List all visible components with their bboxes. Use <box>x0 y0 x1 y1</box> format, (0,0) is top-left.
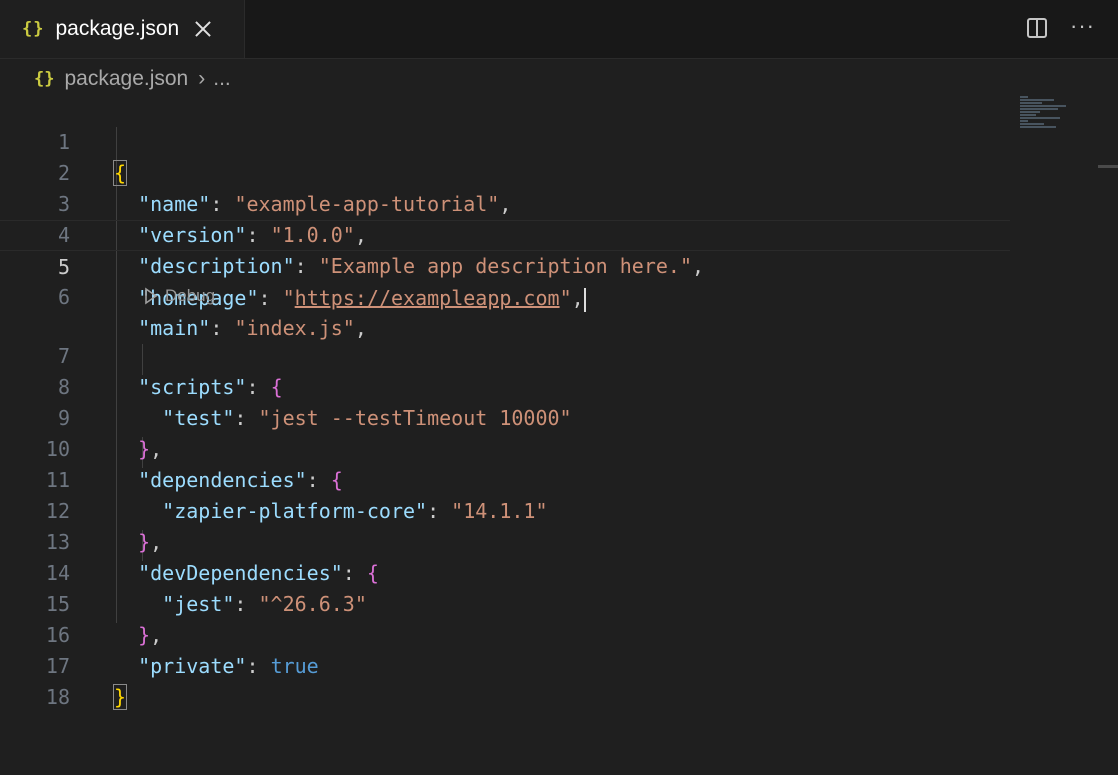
split-editor-icon[interactable] <box>1027 18 1047 38</box>
breadcrumb-file[interactable]: package.json <box>64 67 188 91</box>
code-line: 2 "name": "example-app-tutorial", <box>0 127 1010 216</box>
code-line: 11 "zapier-platform-core": "14.1.1" <box>0 434 1010 523</box>
tab-bar: {} package.json ··· <box>0 0 1118 59</box>
code-line: 16 "private": true <box>0 589 1010 678</box>
debug-codelens[interactable]: Debug <box>144 282 215 310</box>
url-link[interactable]: https://exampleapp.com <box>295 286 560 310</box>
play-icon <box>145 287 158 305</box>
json-file-icon: {} <box>34 69 55 89</box>
code-line: 8 "test": "jest --testTimeout 10000" <box>0 341 1010 430</box>
code-line: 18 <box>0 651 1010 709</box>
more-actions-icon[interactable]: ··· <box>1070 14 1095 38</box>
code-line: 7 "scripts": { <box>0 310 1010 399</box>
breadcrumb: {} package.json › ... <box>34 64 231 94</box>
code-line: 12 }, <box>0 465 1010 554</box>
code-line: 14 "jest": "^26.6.3" <box>0 527 1010 616</box>
line-number: 18 <box>45 685 70 709</box>
code-line: 17 } <box>0 620 1010 710</box>
codelens-label: Debug <box>165 286 216 305</box>
code-line: 10 "dependencies": { <box>0 403 1010 492</box>
line-number: 6 <box>57 285 70 309</box>
code-line: 3 "version": "1.0.0", <box>0 158 1010 247</box>
code-line: 15 }, <box>0 558 1010 647</box>
code-editor[interactable]: 1 { 2 "name": "example-app-tutorial", 3 … <box>0 96 1118 712</box>
code-line: 4 "description": "Example app descriptio… <box>0 189 1010 278</box>
close-icon[interactable] <box>193 19 213 39</box>
minimap[interactable] <box>1020 96 1080 136</box>
code-line-current: 5 "homepage": "https://exampleapp.com", <box>0 220 1010 312</box>
scrollbar[interactable] <box>1098 165 1118 168</box>
json-file-icon: {} <box>22 19 45 39</box>
code-line: 1 { <box>0 96 1010 186</box>
code-line: 9 }, <box>0 372 1010 461</box>
tab-package-json[interactable]: {} package.json <box>0 0 245 58</box>
code-line: 6 "main": "index.js", <box>0 251 1010 340</box>
code-line: 13 "devDependencies": { <box>0 496 1010 585</box>
text-cursor <box>583 287 586 312</box>
tab-label: package.json <box>55 17 180 40</box>
chevron-right-icon: › <box>198 67 206 90</box>
breadcrumb-more[interactable]: ... <box>213 67 231 91</box>
